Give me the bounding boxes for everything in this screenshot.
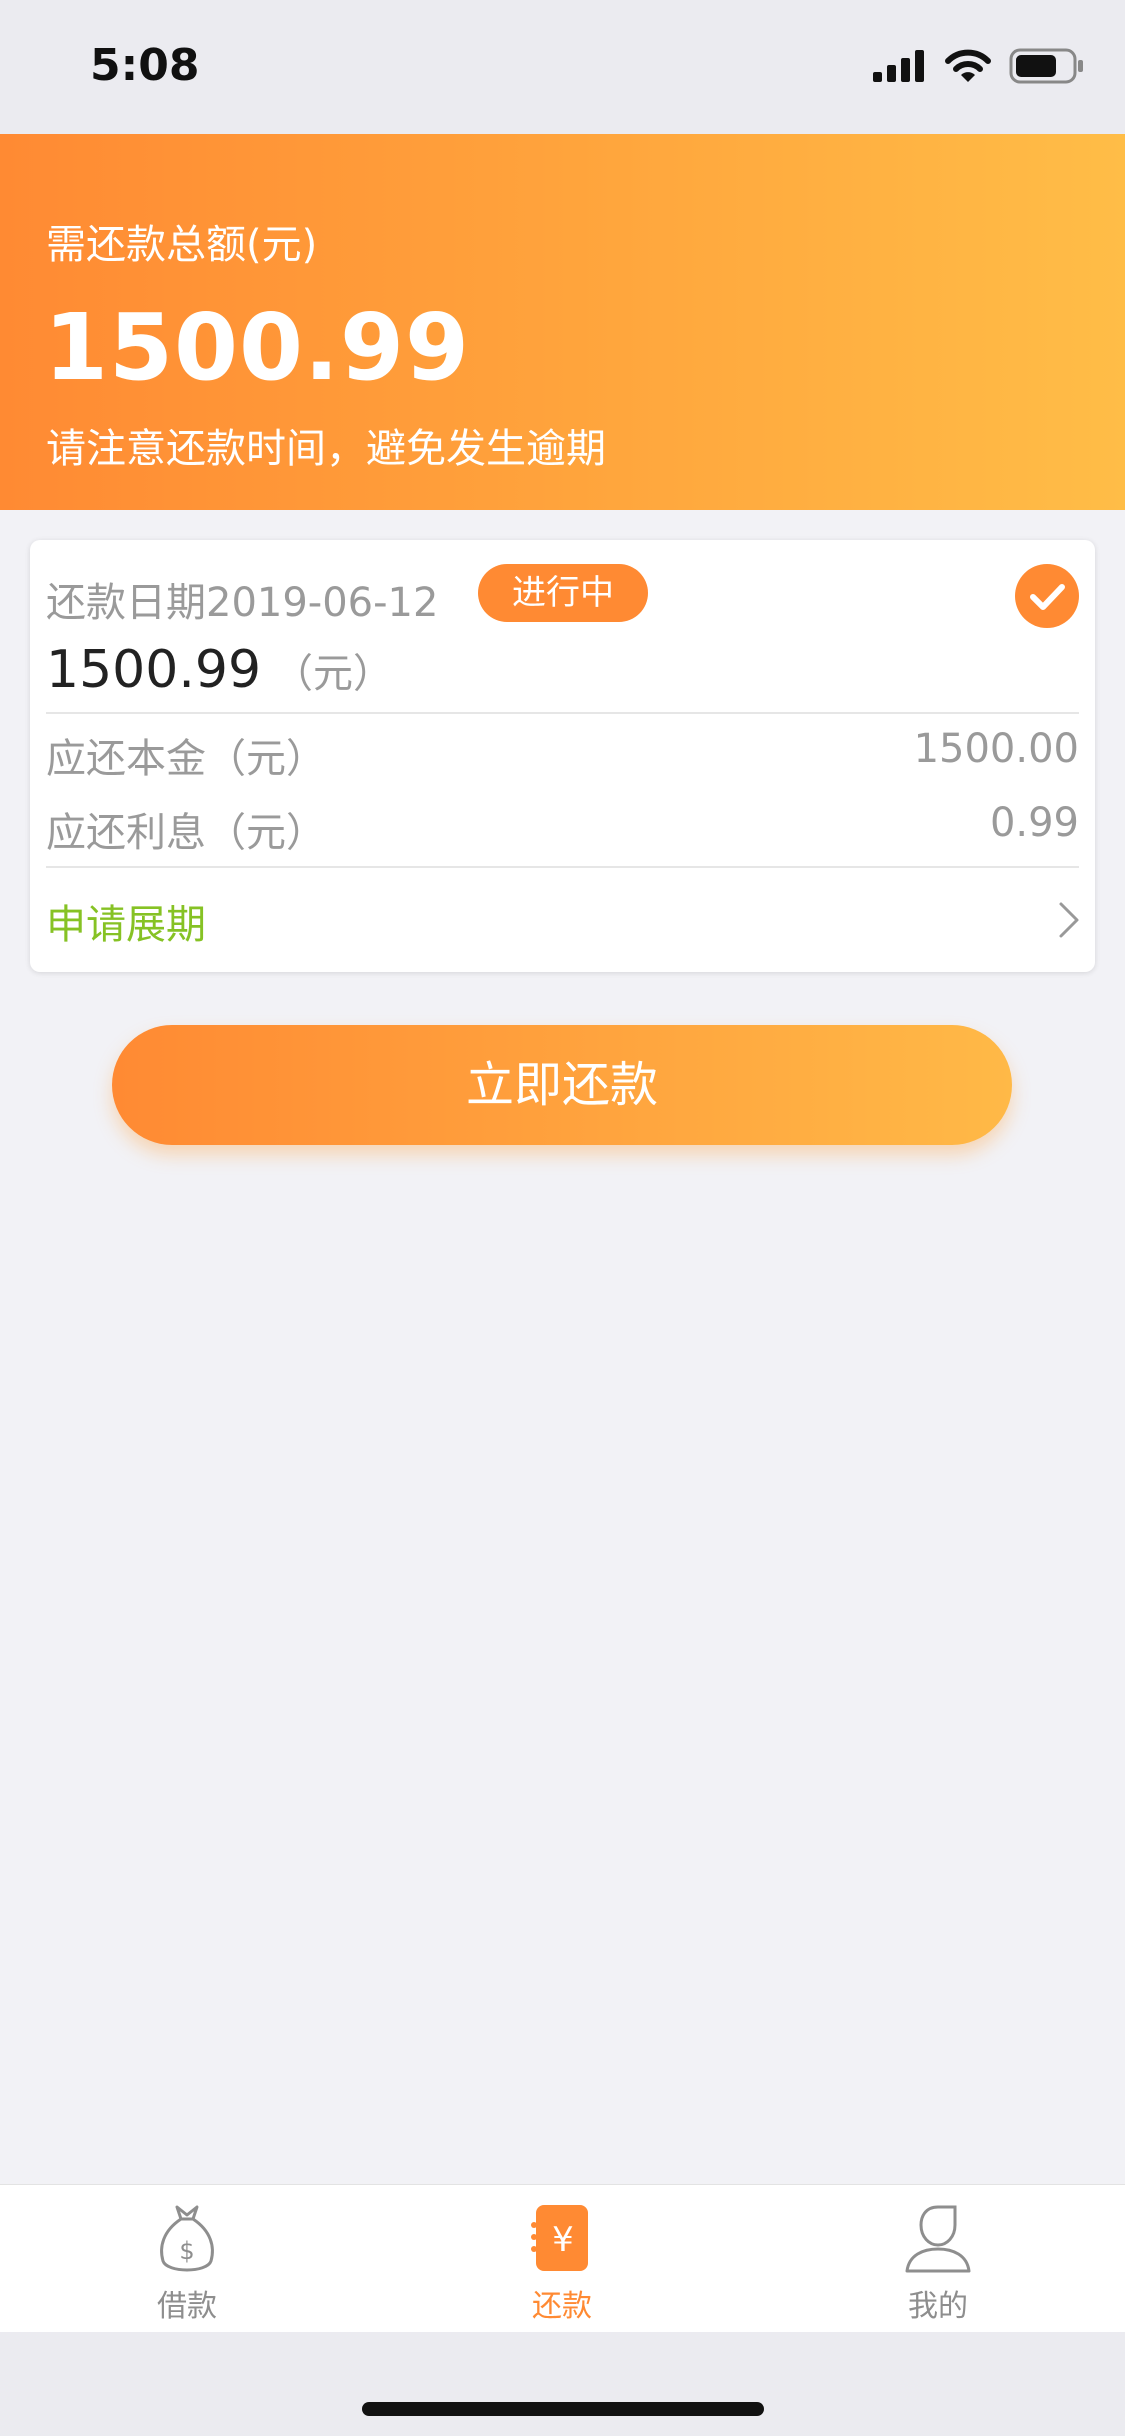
chevron-right-icon[interactable] <box>1057 900 1081 940</box>
tab-bar: $ 借款 ¥ 还款 我的 <box>0 2184 1125 2333</box>
repayment-summary-banner: 需还款总额(元) 1500.99 请注意还款时间，避免发生逾期 <box>0 134 1125 510</box>
money-bag-icon: $ <box>160 2205 214 2272</box>
battery-icon <box>1009 48 1083 84</box>
tab-mine-label: 我的 <box>908 2289 968 2324</box>
status-bar: 5:08 <box>0 0 1125 134</box>
svg-text:$: $ <box>179 2237 194 2265</box>
repayment-date: 还款日期2019-06-12 <box>46 580 439 626</box>
interest-label: 应还利息（元） <box>46 810 326 856</box>
pay-now-button[interactable]: 立即还款 <box>112 1025 1012 1145</box>
tab-repay-label: 还款 <box>532 2289 592 2324</box>
status-time: 5:08 <box>90 40 200 91</box>
repayment-tip: 请注意还款时间，避免发生逾期 <box>46 426 606 472</box>
home-indicator-area <box>0 2332 1125 2436</box>
apply-extension-link[interactable]: 申请展期 <box>46 892 206 950</box>
divider <box>46 712 1079 714</box>
total-due-amount: 1500.99 <box>44 294 471 401</box>
total-due-label: 需还款总额(元) <box>46 222 318 268</box>
svg-text:¥: ¥ <box>552 2220 574 2260</box>
tab-repay[interactable]: ¥ 还款 <box>472 2201 652 2325</box>
tab-loan-label: 借款 <box>157 2289 217 2324</box>
repay-yen-icon: ¥ <box>531 2205 588 2271</box>
status-badge: 进行中 <box>478 564 648 622</box>
principal-value: 1500.00 <box>913 726 1079 772</box>
bill-card[interactable]: 还款日期2019-06-12 进行中 1500.99 （元） 应还本金（元） 15… <box>30 540 1095 972</box>
principal-label: 应还本金（元） <box>46 736 326 782</box>
bill-amount: 1500.99 （元） <box>46 640 393 700</box>
interest-value: 0.99 <box>989 800 1079 846</box>
bill-amount-unit: （元） <box>273 651 394 697</box>
wifi-icon <box>945 49 991 82</box>
tab-mine[interactable]: 我的 <box>848 2201 1028 2325</box>
status-icons <box>873 48 1085 84</box>
cellular-signal-icon <box>873 50 924 82</box>
person-icon <box>905 2205 971 2273</box>
home-indicator[interactable] <box>362 2402 764 2416</box>
divider <box>46 866 1079 868</box>
tab-loan[interactable]: $ 借款 <box>97 2201 277 2325</box>
checkmark-icon[interactable] <box>1015 564 1079 628</box>
bill-amount-value: 1500.99 <box>46 640 262 700</box>
